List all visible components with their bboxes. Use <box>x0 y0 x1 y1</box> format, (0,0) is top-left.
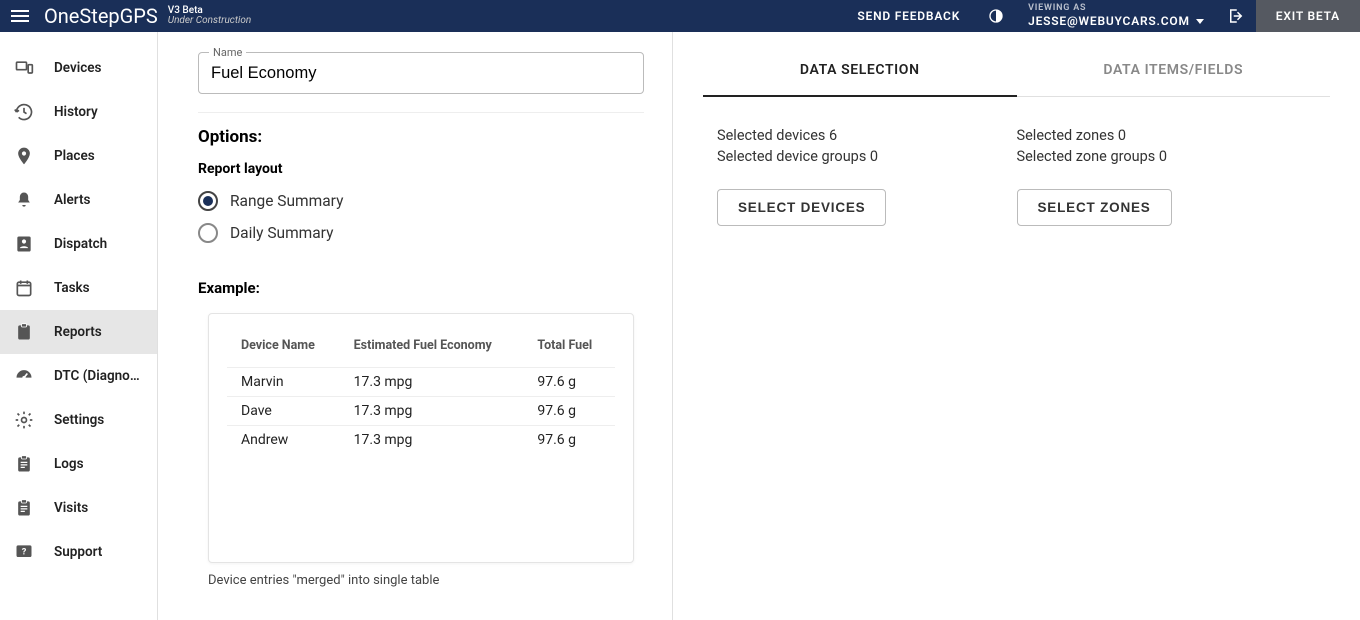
radio-unchecked-icon <box>198 223 218 243</box>
beta-subtitle: Under Construction <box>168 16 252 26</box>
clipboard-lines-icon <box>12 452 36 476</box>
selected-device-groups-count: Selected device groups 0 <box>717 148 1017 165</box>
options-title: Options: <box>198 127 644 147</box>
name-field-container: Name <box>198 52 644 94</box>
table-cell: 17.3 mpg <box>340 397 524 426</box>
sidebar-item-label: Logs <box>54 456 84 472</box>
gauge-icon <box>12 364 36 388</box>
app-title: OneStepGPS <box>44 4 158 28</box>
table-cell: 97.6 g <box>523 426 615 455</box>
clipboard-icon <box>12 320 36 344</box>
menu-button[interactable] <box>0 0 40 32</box>
help-icon: ? <box>12 540 36 564</box>
sidebar: Devices History Places Alerts Dispatch Tasks R… <box>0 32 158 620</box>
table-row: Marvin17.3 mpg97.6 g <box>227 368 615 397</box>
sidebar-item-visits[interactable]: Visits <box>0 486 157 530</box>
sidebar-item-label: Settings <box>54 412 104 428</box>
sidebar-item-label: Devices <box>54 60 102 76</box>
bell-icon <box>12 188 36 212</box>
sidebar-item-dispatch[interactable]: Dispatch <box>0 222 157 266</box>
hamburger-icon <box>11 15 29 17</box>
tab-data-selection[interactable]: DATA SELECTION <box>703 40 1017 96</box>
name-label: Name <box>209 46 246 59</box>
radio-label: Daily Summary <box>230 224 333 242</box>
beta-tag: V3 Beta Under Construction <box>168 6 252 26</box>
viewing-value: JESSE@WEBUYCARS.COM <box>1028 14 1204 28</box>
table-cell: 17.3 mpg <box>340 426 524 455</box>
sidebar-item-label: Tasks <box>54 280 90 296</box>
contrast-icon <box>988 8 1004 24</box>
radio-checked-icon <box>198 191 218 211</box>
tab-data-items[interactable]: DATA ITEMS/FIELDS <box>1017 40 1331 96</box>
table-header: Estimated Fuel Economy <box>340 318 524 368</box>
theme-toggle[interactable] <box>976 0 1016 32</box>
sidebar-item-places[interactable]: Places <box>0 134 157 178</box>
svg-text:?: ? <box>22 548 27 558</box>
sidebar-item-settings[interactable]: Settings <box>0 398 157 442</box>
name-input[interactable] <box>211 64 631 83</box>
example-box: Device NameEstimated Fuel EconomyTotal F… <box>208 313 634 563</box>
sidebar-item-history[interactable]: History <box>0 90 157 134</box>
calendar-icon <box>12 276 36 300</box>
table-cell: 17.3 mpg <box>340 368 524 397</box>
logout-icon <box>1227 7 1245 25</box>
table-cell: 97.6 g <box>523 397 615 426</box>
divider <box>198 112 644 113</box>
sidebar-item-devices[interactable]: Devices <box>0 46 157 90</box>
sidebar-item-label: Visits <box>54 500 88 516</box>
sidebar-item-label: Dispatch <box>54 236 107 252</box>
radio-range-summary[interactable]: Range Summary <box>198 191 644 211</box>
table-header: Device Name <box>227 318 340 368</box>
select-devices-button[interactable]: SELECT DEVICES <box>717 189 886 226</box>
gear-icon <box>12 408 36 432</box>
sidebar-item-label: Reports <box>54 324 102 340</box>
selected-zones-count: Selected zones 0 <box>1017 127 1317 144</box>
sidebar-item-support[interactable]: ? Support <box>0 530 157 574</box>
sidebar-item-label: Support <box>54 544 102 560</box>
devices-icon <box>12 56 36 80</box>
radio-daily-summary[interactable]: Daily Summary <box>198 223 644 243</box>
history-icon <box>12 100 36 124</box>
sidebar-item-tasks[interactable]: Tasks <box>0 266 157 310</box>
example-table: Device NameEstimated Fuel EconomyTotal F… <box>227 318 615 454</box>
sidebar-item-label: History <box>54 104 98 120</box>
table-cell: Andrew <box>227 426 340 455</box>
sidebar-item-logs[interactable]: Logs <box>0 442 157 486</box>
location-pin-icon <box>12 144 36 168</box>
selected-zone-groups-count: Selected zone groups 0 <box>1017 148 1317 165</box>
table-cell: Dave <box>227 397 340 426</box>
sidebar-item-alerts[interactable]: Alerts <box>0 178 157 222</box>
sidebar-item-dtc-diagnostics-[interactable]: DTC (Diagnostics) <box>0 354 157 398</box>
send-feedback-link[interactable]: SEND FEEDBACK <box>841 0 976 32</box>
select-zones-button[interactable]: SELECT ZONES <box>1017 189 1172 226</box>
table-row: Dave17.3 mpg97.6 g <box>227 397 615 426</box>
table-header: Total Fuel <box>523 318 615 368</box>
table-row: Andrew17.3 mpg97.6 g <box>227 426 615 455</box>
exit-beta-button[interactable]: EXIT BETA <box>1256 0 1360 32</box>
example-title: Example: <box>198 279 644 297</box>
viewing-as-dropdown[interactable]: VIEWING AS JESSE@WEBUYCARS.COM <box>1016 3 1216 28</box>
sidebar-item-label: Places <box>54 148 95 164</box>
tabs: DATA SELECTION DATA ITEMS/FIELDS <box>703 40 1330 97</box>
logout-button[interactable] <box>1216 0 1256 32</box>
sidebar-item-label: DTC (Diagnostics) <box>54 368 144 384</box>
clipboard-lines-icon <box>12 496 36 520</box>
contact-icon <box>12 232 36 256</box>
table-cell: Marvin <box>227 368 340 397</box>
sidebar-item-reports[interactable]: Reports <box>0 310 157 354</box>
radio-label: Range Summary <box>230 192 343 210</box>
viewing-label: VIEWING AS <box>1028 3 1204 14</box>
example-caption: Device entries "merged" into single tabl… <box>208 573 644 588</box>
layout-title: Report layout <box>198 161 644 177</box>
table-cell: 97.6 g <box>523 368 615 397</box>
selected-devices-count: Selected devices 6 <box>717 127 1017 144</box>
sidebar-item-label: Alerts <box>54 192 90 208</box>
